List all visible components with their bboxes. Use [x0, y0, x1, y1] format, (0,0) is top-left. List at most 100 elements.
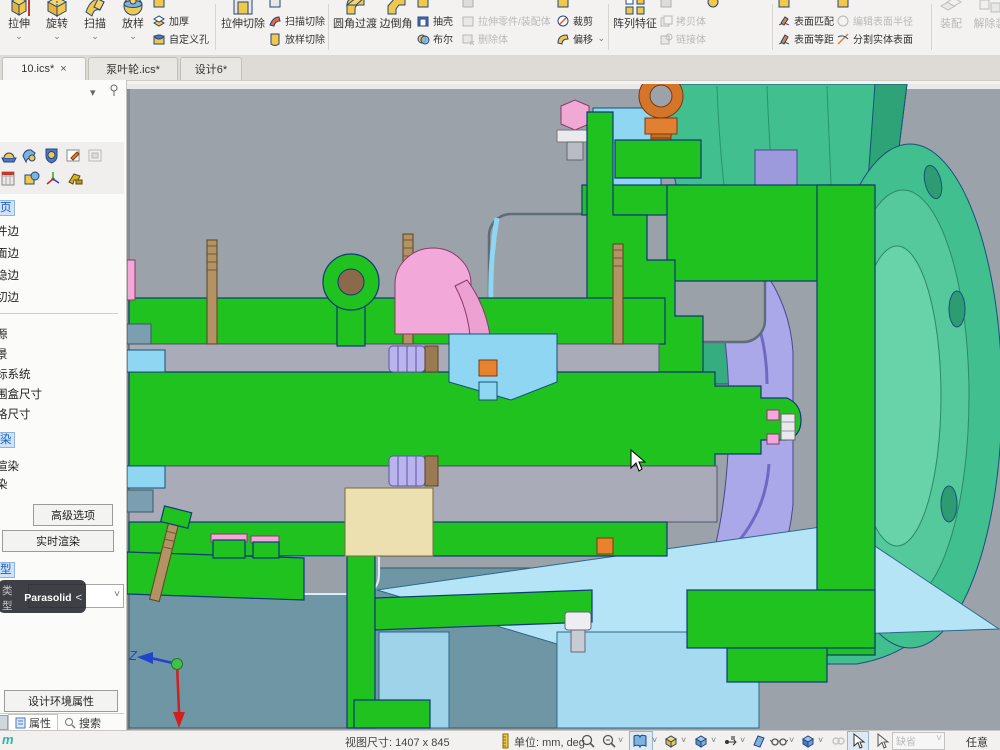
chevron-down-icon[interactable]: ⌄ [76, 32, 114, 41]
chevron-icon[interactable]: ˅ [711, 735, 716, 745]
clipped-row-item[interactable] [777, 0, 794, 10]
axis-triad-icon[interactable] [45, 170, 62, 187]
panel-item-surface-edges[interactable]: 面边 [0, 245, 116, 261]
tab-properties[interactable]: 属性 [8, 714, 58, 732]
boolean-button[interactable]: 布尔 [416, 30, 453, 47]
back-icon[interactable]: ˂ [76, 592, 82, 604]
chevron-icon[interactable]: ˅ [681, 735, 686, 745]
panel-item-bounding-box[interactable]: 围盒尺寸 [0, 386, 116, 402]
clipped-row-item[interactable] [836, 0, 853, 10]
panel-item-grid-size[interactable]: 格尺寸 [0, 406, 116, 422]
chamfer-button[interactable]: 边倒角 [378, 0, 414, 55]
loft-button[interactable]: 放样 ⌄ [114, 0, 152, 55]
volute-bottom-arm [687, 590, 875, 648]
panel-item-render2[interactable]: 染 [0, 476, 116, 492]
tab-doc2[interactable]: 泵叶轮.ics* [88, 57, 178, 80]
chevron-down-icon[interactable]: ▾ [90, 86, 96, 99]
snap-mode-label[interactable]: 任意 [966, 734, 988, 750]
material-icon[interactable] [21, 147, 38, 164]
clipped-row-item[interactable] [268, 0, 285, 10]
chevron-icon[interactable]: ˅ [652, 735, 657, 745]
grid-settings-icon[interactable] [1, 170, 18, 187]
cursor-alt-icon[interactable] [874, 733, 890, 749]
loft-cut-button[interactable]: 放样切除 [268, 30, 325, 47]
move-mode-icon[interactable] [722, 733, 738, 749]
link-body-button[interactable]: 链接体 [659, 30, 706, 47]
chevron-down-icon[interactable]: ⌄ [0, 32, 38, 41]
copy-body-button[interactable]: 拷贝体 [659, 12, 706, 29]
sweep-icon [82, 0, 108, 18]
solid-cube-icon[interactable] [800, 733, 816, 749]
advanced-options-button[interactable]: 高级选项 [33, 504, 113, 526]
shell-button[interactable]: 抽壳 [416, 12, 453, 29]
edit-surface-radius-button[interactable]: 编辑表面半径 [836, 12, 913, 29]
panel-item-coord-system[interactable]: 标系统 [0, 366, 116, 382]
unassemble-button[interactable]: 解除装 [968, 0, 1000, 55]
clipped-row-item[interactable] [152, 0, 169, 10]
clipped-row-item[interactable] [416, 0, 433, 10]
clipped-row-item[interactable] [556, 0, 573, 10]
chevron-down-icon[interactable]: ˅ [114, 589, 120, 600]
clipped-row-item[interactable] [461, 0, 478, 10]
extrude-button[interactable]: 拉伸 ⌄ [0, 0, 38, 55]
part-settings-icon[interactable] [23, 170, 40, 187]
sweep-button[interactable]: 扫描 ⌄ [76, 0, 114, 55]
panel-item-light[interactable]: 源 [0, 326, 116, 342]
zoom-extent-icon[interactable] [601, 733, 617, 749]
cursor-select-icon[interactable] [850, 733, 866, 749]
offset-button[interactable]: 偏移 ⌄ [556, 30, 605, 47]
glasses-icon[interactable] [770, 733, 786, 749]
chevron-icon[interactable]: ˅ [818, 735, 823, 745]
assemble-button[interactable]: 装配 [935, 0, 967, 55]
panel-section-display[interactable]: 页 [0, 200, 15, 216]
disabled-page-icon[interactable] [87, 147, 104, 164]
panel-item-hidden-edges[interactable]: 隐边 [0, 267, 116, 283]
panel-section-render[interactable]: 染 [0, 432, 15, 448]
zoom-icon[interactable] [580, 733, 596, 749]
pin-icon[interactable] [109, 84, 119, 99]
delete-body-button[interactable]: 删除体 [461, 30, 508, 47]
trim-button[interactable]: 裁剪 [556, 12, 593, 29]
revolve-button[interactable]: 旋转 ⌄ [38, 0, 76, 55]
design-env-properties-button[interactable]: 设计环境属性 [4, 690, 118, 712]
split-surface-button[interactable]: 分割实体表面 [836, 30, 913, 47]
chevron-icon[interactable]: ˅ [789, 735, 794, 745]
panel-item-part-edges[interactable]: 件边 [0, 223, 116, 239]
render-scene-icon[interactable] [1, 147, 18, 164]
panel-section-kernel[interactable]: 型 [0, 562, 15, 578]
chevron-icon[interactable]: ˅ [618, 735, 623, 745]
selection-filter-dropdown[interactable]: 缺省˅ [892, 732, 945, 750]
clipped-row-item[interactable] [706, 0, 723, 10]
chevron-down-icon[interactable]: ⌄ [597, 33, 605, 44]
clamp-icon[interactable] [67, 170, 84, 187]
panel-item-render[interactable]: 渲染 [0, 458, 116, 474]
panel-item-background[interactable]: 景 [0, 346, 116, 362]
surface-match-button[interactable]: 表面匹配 [777, 12, 834, 29]
chevron-down-icon[interactable]: ⌄ [38, 32, 76, 41]
shield-medal-icon[interactable] [43, 147, 60, 164]
sweep-cut-button[interactable]: 扫描切除 [268, 12, 325, 29]
clipped-row-item[interactable] [659, 0, 676, 10]
extrude-cut-button[interactable]: 拉伸切除 [220, 0, 266, 55]
thicken-button[interactable]: 加厚 [152, 12, 189, 29]
surface-offset-button[interactable]: 表面等距 [777, 30, 834, 47]
chevron-icon[interactable]: ˅ [740, 735, 745, 745]
tab-doc3[interactable]: 设计6* [180, 57, 242, 80]
chevron-down-icon[interactable]: ⌄ [114, 32, 152, 41]
view-pages-icon[interactable] [632, 733, 648, 749]
render-yellow-cube-icon[interactable] [663, 733, 679, 749]
pattern-feature-button[interactable]: 阵列特征 [612, 0, 658, 55]
edit-page-icon[interactable] [65, 147, 82, 164]
tab-search[interactable]: 搜索 [58, 714, 107, 731]
tab-doc1[interactable]: 10.ics* × [2, 57, 86, 80]
shaded-cube-icon[interactable] [693, 733, 709, 749]
fillet-button[interactable]: 圆角过渡 [332, 0, 378, 55]
face-select-icon[interactable] [751, 733, 767, 749]
custom-hole-button[interactable]: 自定义孔 [152, 30, 209, 47]
panel-item-tangent-edges[interactable]: 切边 [0, 289, 116, 305]
clipped-tab-icon[interactable] [0, 715, 8, 730]
extrude-part-button[interactable]: 拉伸零件/装配体 [461, 12, 551, 29]
viewport-3d[interactable]: Z X [127, 84, 1000, 730]
close-icon[interactable]: × [60, 63, 66, 75]
realtime-render-button[interactable]: 实时渲染 [2, 530, 114, 552]
